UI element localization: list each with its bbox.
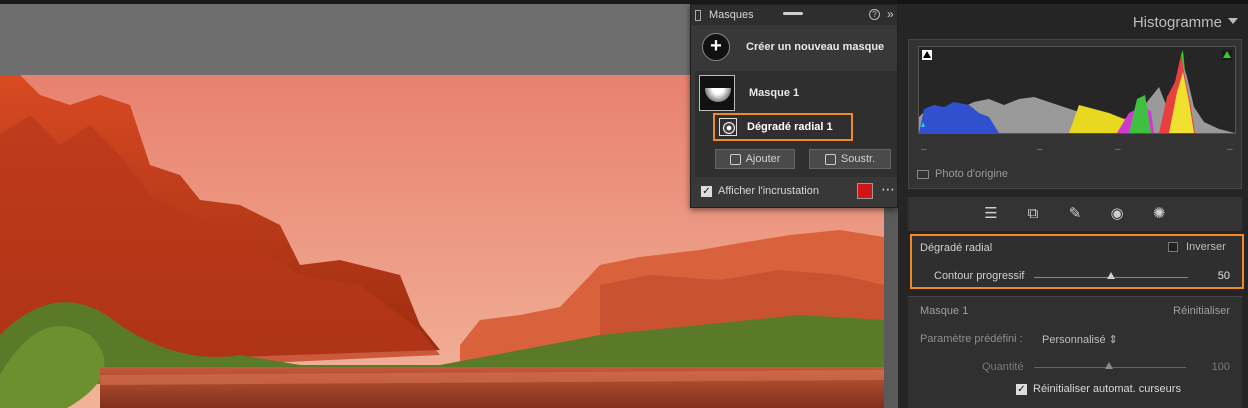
add-icon [729,153,741,165]
overlay-color-swatch[interactable] [857,183,873,199]
crop-icon[interactable]: ⧉ [1023,204,1043,224]
subtract-button[interactable]: Soustr. [809,149,891,169]
mask-item-1[interactable]: Masque 1 [699,75,799,111]
histogram-panel: – – – – Photo d'origine [908,39,1242,189]
add-button[interactable]: Ajouter [715,149,795,169]
radial-gradient-icon [719,118,737,136]
sliders-icon[interactable]: ☰ [981,204,1001,224]
amount-slider-thumb[interactable] [1105,362,1113,369]
feather-value[interactable]: 50 [1218,270,1230,282]
mask-list: Masque 1 Dégradé radial 1 Ajouter Soustr… [695,71,897,177]
original-photo-checkbox[interactable] [917,169,929,179]
show-overlay-row: ✓ Afficher l'incrustation ⋯ [701,181,895,199]
drag-handle[interactable] [783,12,803,15]
radial-section-title: Dégradé radial [920,242,993,254]
radial-gradient-item[interactable]: Dégradé radial 1 [713,113,853,141]
mask-item-label: Masque 1 [749,87,800,99]
hist-info-dash: – [1115,144,1121,155]
histogram-chart [919,50,1235,133]
mask-settings-section: Masque 1 Réinitialiser Paramètre prédéfi… [908,296,1242,408]
masks-panel-title: Masques [709,9,754,21]
subtract-icon [824,153,836,165]
heal-icon[interactable]: ✎ [1065,204,1085,224]
preset-dropdown[interactable]: Personnalisé ⇕ [1042,333,1118,346]
lightroom-window: Masques ? » + Créer un nouveau masque Ma… [0,0,1248,408]
add-label: Ajouter [745,153,781,165]
show-overlay-label: Afficher l'incrustation [718,185,819,197]
masks-panel: Masques ? » + Créer un nouveau masque Ma… [690,4,898,208]
invert-checkbox[interactable] [1168,242,1178,252]
feather-slider-thumb[interactable] [1107,272,1115,279]
auto-reset-row: ✓ Réinitialiser automat. curseurs [1016,383,1181,395]
radial-gradient-section: Dégradé radial Inverser Contour progress… [910,234,1244,289]
histogram-title[interactable]: Histogramme [1133,14,1222,31]
radial-item-label: Dégradé radial 1 [747,121,833,133]
shadow-clip-triangle [923,51,931,58]
preset-label: Paramètre prédéfini : [920,333,1023,345]
auto-reset-label: Réinitialiser automat. curseurs [1033,383,1181,395]
create-mask-label: Créer un nouveau masque [746,41,885,53]
original-photo-toggle[interactable]: Photo d'origine [917,168,1008,180]
hist-info-dash: – [1227,144,1233,155]
masks-panel-header[interactable]: Masques ? » [691,5,897,25]
collapse-icon[interactable]: » [887,7,894,21]
hist-info-dash: – [1037,144,1043,155]
auto-reset-checkbox[interactable]: ✓ [1016,383,1027,395]
redeye-icon[interactable]: ◉ [1107,204,1127,224]
amount-label: Quantité [982,361,1024,373]
histogram-graph[interactable] [918,46,1236,134]
show-overlay-checkbox[interactable]: ✓ [701,185,712,197]
more-options-icon[interactable]: ⋯ [881,181,895,198]
right-panel: Histogramme – – – – Photo d'origine ☰ ⧉ … [898,0,1248,408]
mask-thumbnail[interactable] [699,75,735,111]
panel-grip-icon[interactable] [695,9,701,21]
reset-button[interactable]: Réinitialiser [1173,305,1230,317]
highlight-clip-triangle [1223,51,1231,58]
invert-toggle[interactable]: Inverser [1168,241,1226,253]
mask-icon[interactable]: ✺ [1149,204,1169,224]
amount-value[interactable]: 100 [1212,361,1230,373]
collapse-arrow-icon[interactable] [1228,18,1238,24]
create-mask-button[interactable]: + Créer un nouveau masque [691,25,897,69]
invert-label: Inverser [1186,241,1226,253]
help-icon[interactable]: ? [869,9,880,20]
original-photo-label: Photo d'origine [935,168,1009,180]
mask-section-title: Masque 1 [920,305,969,317]
plus-icon[interactable]: + [702,33,730,61]
hist-info-dash: – [921,144,927,155]
feather-label: Contour progressif [934,270,1025,282]
subtract-label: Soustr. [840,153,876,165]
tool-strip: ☰ ⧉ ✎ ◉ ✺ [908,197,1242,231]
